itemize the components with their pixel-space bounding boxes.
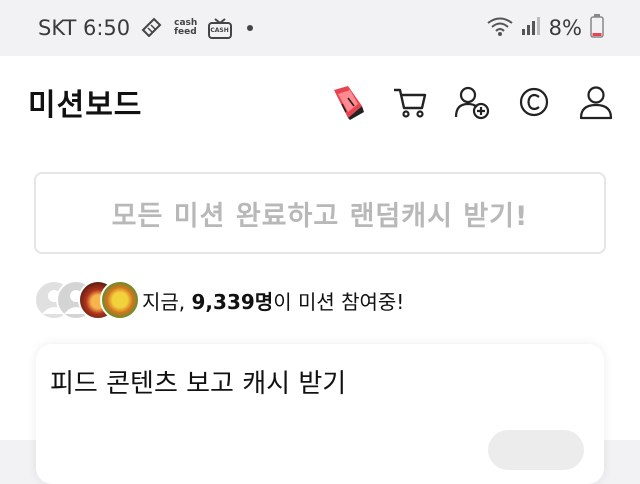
- header-icons: [328, 82, 616, 122]
- notification-dot-icon: [247, 25, 254, 31]
- battery-percent: 8%: [548, 16, 582, 40]
- status-right: 8%: [487, 13, 604, 43]
- coupon-icon: [140, 15, 164, 42]
- content: 모든 미션 완료하고 랜덤캐시 받기! 지금, 9,339명이 미션 참여중! …: [0, 148, 640, 484]
- mission-action-button[interactable]: [488, 430, 584, 470]
- page-title: 미션보드: [28, 88, 143, 123]
- avatar-stack: [34, 280, 140, 320]
- add-friend-button[interactable]: [452, 82, 492, 122]
- participant-count: 9,339명: [191, 289, 274, 314]
- carrier-time: SKT 6:50: [38, 16, 131, 40]
- mission-card[interactable]: 피드 콘텐츠 보고 캐시 받기: [36, 344, 604, 484]
- cash-coin-button[interactable]: [514, 82, 554, 122]
- participants-row: 지금, 9,339명이 미션 참여중!: [34, 280, 404, 320]
- cart-icon: [394, 88, 427, 118]
- user-icon: [579, 86, 613, 120]
- ticket-icon: [334, 86, 364, 120]
- cash-tv-icon: CASH: [207, 16, 233, 40]
- app-header: 미션보드: [0, 56, 640, 148]
- avatar: [100, 280, 140, 320]
- mission-ticket-button[interactable]: [328, 82, 368, 122]
- cashfeed-icon: cash feed: [174, 18, 198, 37]
- battery-icon: [590, 13, 604, 43]
- mission-title: 피드 콘텐츠 보고 캐시 받기: [50, 369, 347, 399]
- wifi-icon: [487, 16, 513, 41]
- add-user-icon: [454, 86, 490, 120]
- profile-button[interactable]: [576, 82, 616, 122]
- participants-text: 지금, 9,339명이 미션 참여중!: [142, 289, 405, 314]
- status-bar: SKT 6:50 cash feed CASH 8%: [0, 0, 640, 56]
- coin-icon: [519, 87, 549, 117]
- complete-all-banner[interactable]: 모든 미션 완료하고 랜덤캐시 받기!: [34, 172, 606, 254]
- banner-text: 모든 미션 완료하고 랜덤캐시 받기!: [111, 200, 529, 232]
- cart-button[interactable]: [390, 82, 430, 122]
- signal-icon: [521, 16, 541, 41]
- status-left: SKT 6:50 cash feed CASH: [38, 15, 254, 42]
